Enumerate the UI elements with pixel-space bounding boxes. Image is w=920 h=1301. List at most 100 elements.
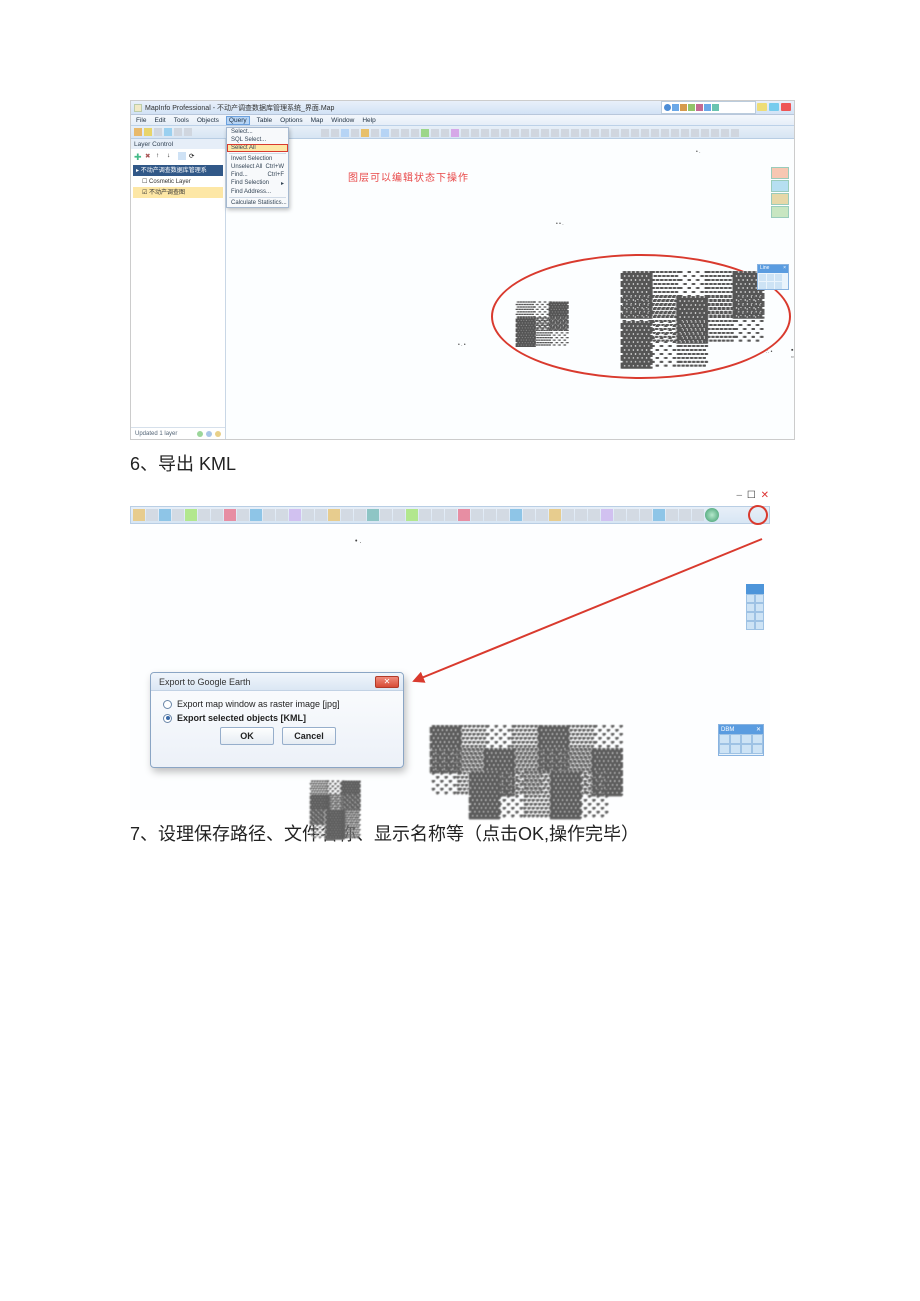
menu-item-select[interactable]: Select... bbox=[227, 128, 288, 136]
toolbar-icon[interactable] bbox=[391, 129, 399, 137]
toolbar-icon[interactable] bbox=[367, 509, 379, 521]
toolbox-button[interactable] bbox=[755, 594, 764, 603]
style-swatch[interactable] bbox=[775, 282, 782, 289]
toolbar-icon[interactable] bbox=[224, 509, 236, 521]
toolbar-icon[interactable] bbox=[531, 129, 539, 137]
option-export-kml[interactable]: Export selected objects [KML] bbox=[163, 713, 393, 723]
toolbar-icon[interactable] bbox=[484, 509, 496, 521]
toolbar-icon[interactable] bbox=[521, 129, 529, 137]
toolbar-icon[interactable] bbox=[393, 509, 405, 521]
toolbar-icon[interactable] bbox=[315, 509, 327, 521]
maximize-button[interactable] bbox=[769, 103, 779, 111]
toolbar-icon[interactable] bbox=[641, 129, 649, 137]
menu-map[interactable]: Map bbox=[310, 117, 325, 124]
toolbar-icon[interactable] bbox=[432, 509, 444, 521]
toolbar-icon[interactable] bbox=[159, 509, 171, 521]
menu-query[interactable]: Query bbox=[226, 116, 250, 125]
toolbar-icon[interactable] bbox=[341, 129, 349, 137]
toolbar-icon[interactable] bbox=[354, 509, 366, 521]
dialog-close-button[interactable]: ✕ bbox=[375, 676, 399, 688]
toolbar-icon[interactable] bbox=[631, 129, 639, 137]
toolbar-icon[interactable] bbox=[536, 509, 548, 521]
toolbar-icon[interactable] bbox=[621, 129, 629, 137]
toolbar-icon[interactable] bbox=[562, 509, 574, 521]
toolbar-icon[interactable] bbox=[588, 509, 600, 521]
toolbar-icon[interactable] bbox=[471, 509, 483, 521]
panel-button[interactable] bbox=[719, 744, 730, 754]
menu-help[interactable]: Help bbox=[361, 117, 376, 124]
toolbar-icon[interactable] bbox=[321, 129, 329, 137]
toolbar-icon[interactable] bbox=[351, 129, 359, 137]
toolbar-icon[interactable] bbox=[581, 129, 589, 137]
menu-objects[interactable]: Objects bbox=[196, 117, 220, 124]
toolbar-icon[interactable] bbox=[461, 129, 469, 137]
layer-item[interactable]: ▸ 不动产调查数据库管理系 bbox=[133, 165, 223, 176]
layer-item[interactable]: ☑ 不动产调查图 bbox=[133, 187, 223, 198]
toolbar-icon[interactable] bbox=[133, 509, 145, 521]
toolbar-icon[interactable] bbox=[211, 509, 223, 521]
style-swatch[interactable] bbox=[767, 274, 774, 281]
toolbar-icon[interactable] bbox=[451, 129, 459, 137]
toolbar-icon[interactable] bbox=[421, 129, 429, 137]
title-search[interactable] bbox=[661, 101, 756, 114]
toolbar-icon[interactable] bbox=[523, 509, 535, 521]
add-layer-icon[interactable]: ✚ bbox=[134, 152, 142, 160]
toolbar-icon[interactable] bbox=[431, 129, 439, 137]
toolbar-icon[interactable] bbox=[591, 129, 599, 137]
toolbar-icon[interactable] bbox=[471, 129, 479, 137]
panel-close-icon[interactable]: × bbox=[783, 265, 786, 273]
toolbar-icon[interactable] bbox=[681, 129, 689, 137]
menu-table[interactable]: Table bbox=[256, 117, 274, 124]
ok-button[interactable]: OK bbox=[220, 727, 274, 745]
toolbar-icon[interactable] bbox=[731, 129, 739, 137]
toolbox-button[interactable] bbox=[746, 603, 755, 612]
toolbar-icon[interactable] bbox=[419, 509, 431, 521]
menu-item-invert-selection[interactable]: Invert Selection bbox=[227, 155, 288, 163]
panel-button[interactable] bbox=[730, 744, 741, 754]
toolbar-icon[interactable] bbox=[653, 509, 665, 521]
window-controls[interactable]: – ☐ ✕ bbox=[737, 490, 770, 501]
layer-item[interactable]: ☐ Cosmetic Layer bbox=[133, 176, 223, 187]
toolbar-icon[interactable] bbox=[614, 509, 626, 521]
toolbar-icon[interactable] bbox=[401, 129, 409, 137]
menu-edit[interactable]: Edit bbox=[153, 117, 166, 124]
menu-options[interactable]: Options bbox=[279, 117, 303, 124]
toolbar-icon[interactable] bbox=[692, 509, 704, 521]
close-button[interactable] bbox=[781, 103, 791, 111]
panel-button[interactable] bbox=[741, 734, 752, 744]
toolbar-icon[interactable] bbox=[371, 129, 379, 137]
toolbar-icon[interactable] bbox=[575, 509, 587, 521]
layer-props-icon[interactable] bbox=[178, 152, 186, 160]
toolbar-icon[interactable] bbox=[144, 128, 152, 136]
cancel-button[interactable]: Cancel bbox=[282, 727, 336, 745]
toolbar-icon[interactable] bbox=[381, 129, 389, 137]
toolbar-icon[interactable] bbox=[491, 129, 499, 137]
panel-button[interactable] bbox=[730, 734, 741, 744]
toolbar-icon[interactable] bbox=[611, 129, 619, 137]
toolbar-icon[interactable] bbox=[549, 509, 561, 521]
toolbar-icon[interactable] bbox=[481, 129, 489, 137]
toolbar-icon[interactable] bbox=[661, 129, 669, 137]
toolbar-icon[interactable] bbox=[679, 509, 691, 521]
toolbar-icon[interactable] bbox=[184, 128, 192, 136]
toolbar-icon[interactable] bbox=[164, 128, 172, 136]
toolbar-icon[interactable] bbox=[237, 509, 249, 521]
toolbar-icon[interactable] bbox=[541, 129, 549, 137]
toolbar-icon[interactable] bbox=[671, 129, 679, 137]
toolbar-icon[interactable] bbox=[551, 129, 559, 137]
toolbar-icon[interactable] bbox=[627, 509, 639, 521]
toolbar-icon[interactable] bbox=[289, 509, 301, 521]
toolbox-button[interactable] bbox=[746, 594, 755, 603]
map-canvas[interactable]: 图层可以编辑状态下操作 • . • • . ▓▒░▒▓░▒▓▒░▓░▒ ▒░▓▓… bbox=[226, 139, 794, 439]
toolbar-icon[interactable] bbox=[691, 129, 699, 137]
menu-item-select-all[interactable]: Select All bbox=[227, 144, 288, 152]
toolbar-icon[interactable] bbox=[185, 509, 197, 521]
toolbar-icon[interactable] bbox=[511, 129, 519, 137]
toolbar-icon[interactable] bbox=[561, 129, 569, 137]
toolbox-button[interactable] bbox=[771, 180, 789, 192]
toolbox-button[interactable] bbox=[755, 612, 764, 621]
menu-file[interactable]: File bbox=[135, 117, 147, 124]
menu-item-find-selection[interactable]: Find Selection▸ bbox=[227, 179, 288, 188]
minimize-button[interactable] bbox=[757, 103, 767, 111]
toolbox-button[interactable] bbox=[771, 167, 789, 179]
